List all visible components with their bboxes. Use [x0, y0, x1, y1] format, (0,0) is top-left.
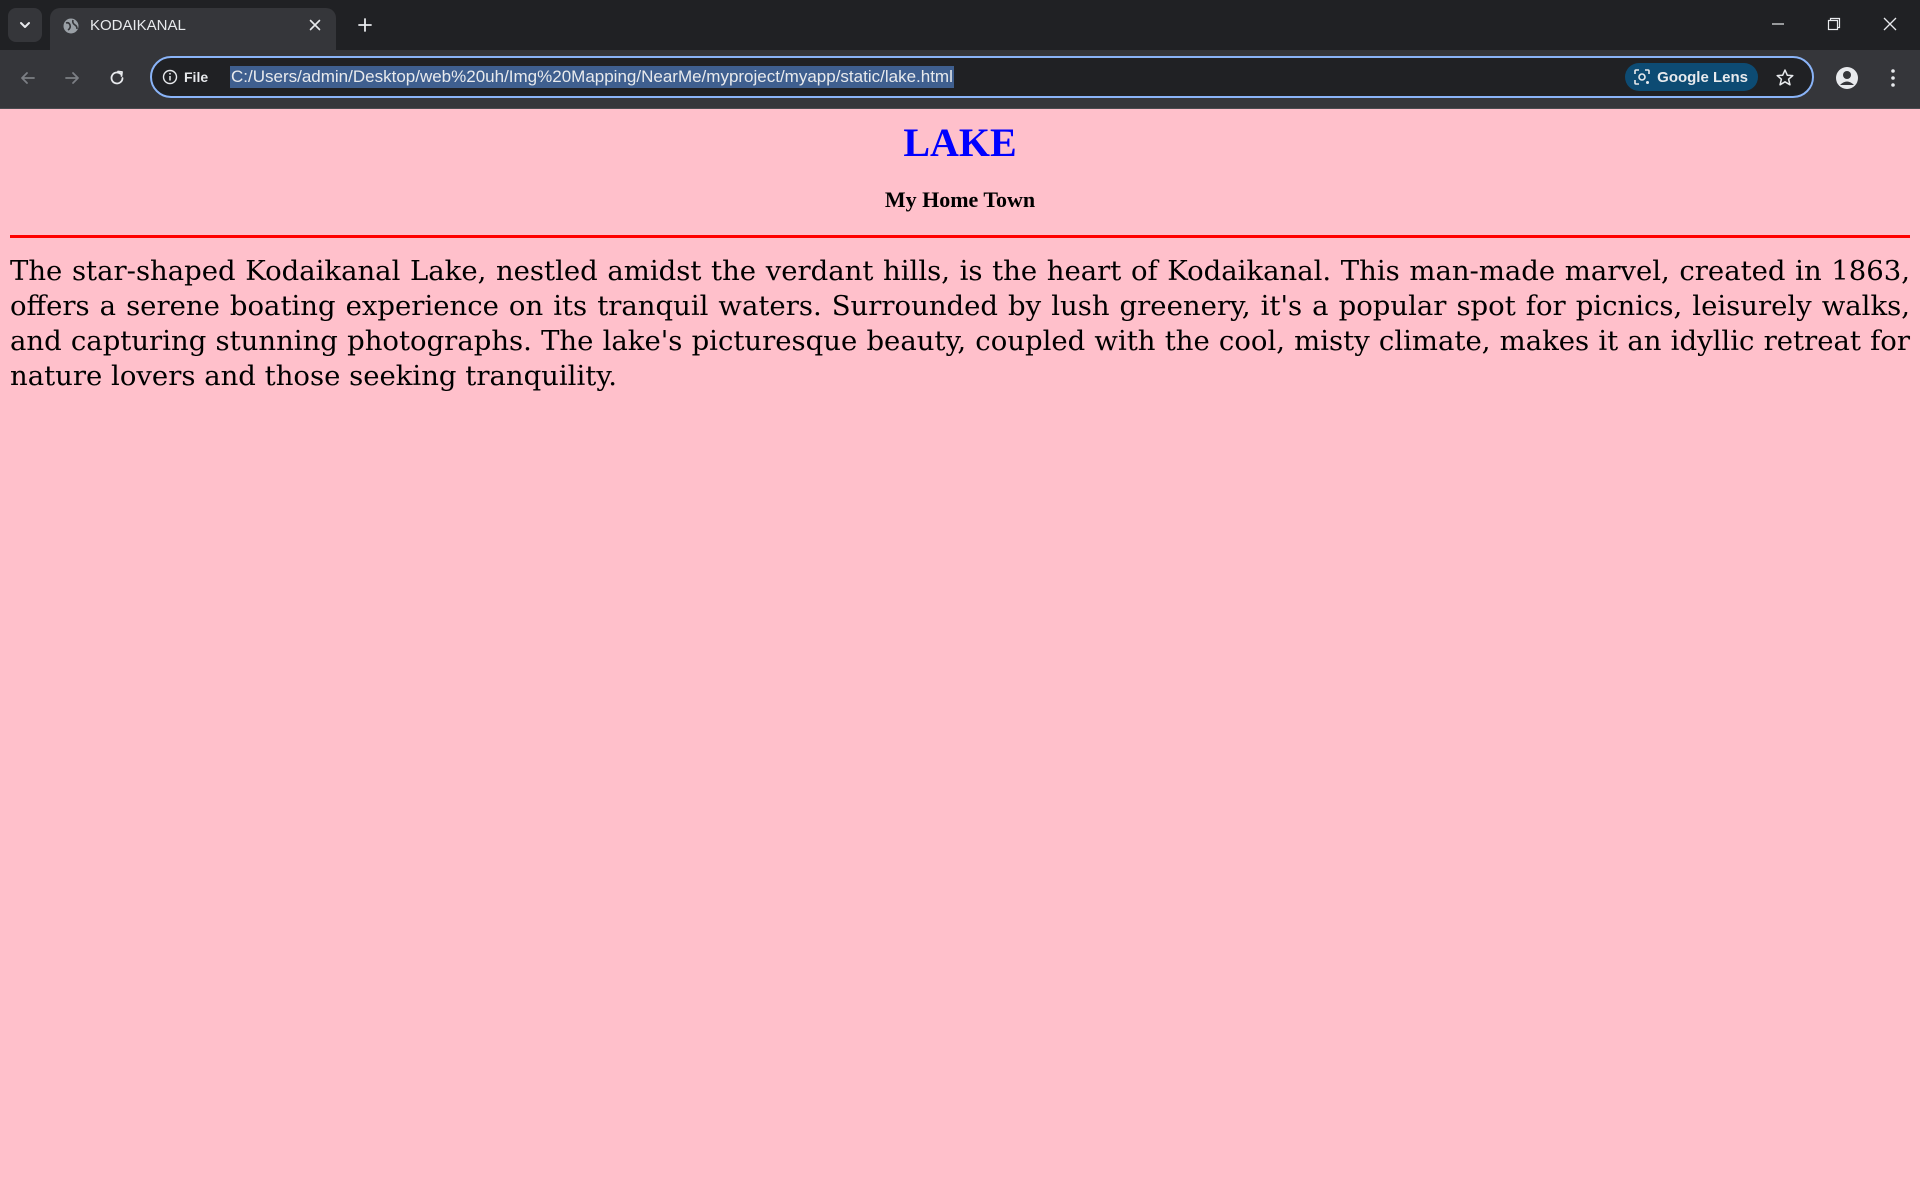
reload-button[interactable]	[101, 62, 133, 94]
browser-tab[interactable]: KODAIKANAL	[50, 8, 336, 50]
forward-button[interactable]	[56, 62, 88, 94]
minimize-icon	[1772, 23, 1784, 25]
site-info-label: File	[184, 69, 209, 85]
arrow-right-icon	[65, 72, 79, 84]
address-bar[interactable]: File C:/Users/admin/Desktop/web%20uh/Img…	[150, 56, 1814, 98]
chevron-down-icon	[20, 22, 30, 28]
restore-icon	[1827, 17, 1841, 31]
back-button[interactable]	[12, 62, 44, 94]
site-info-chip[interactable]: File	[162, 66, 208, 88]
google-lens-button[interactable]: Google Lens	[1625, 63, 1758, 91]
tab-search-button[interactable]	[8, 8, 42, 42]
page-content: LAKE My Home Town The star-shaped Kodaik…	[0, 109, 1920, 1200]
tab-title: KODAIKANAL	[90, 17, 186, 34]
arrow-left-icon	[21, 72, 35, 84]
close-icon	[309, 19, 321, 31]
globe-icon	[63, 18, 79, 34]
browser-toolbar: File C:/Users/admin/Desktop/web%20uh/Img…	[0, 50, 1920, 109]
close-window-button[interactable]	[1862, 0, 1918, 48]
google-lens-label: Google Lens	[1657, 68, 1748, 86]
page-title: LAKE	[903, 120, 1017, 165]
tab-close-button[interactable]	[304, 14, 326, 36]
minimize-button[interactable]	[1750, 0, 1806, 48]
page-subtitle: My Home Town	[884, 187, 1036, 212]
plus-icon	[358, 18, 372, 32]
profile-button[interactable]	[1831, 62, 1863, 94]
lens-icon	[1634, 69, 1650, 85]
new-tab-button[interactable]	[350, 10, 380, 40]
tab-strip: KODAIKANAL	[0, 0, 1920, 50]
person-icon	[1836, 67, 1858, 89]
url-text[interactable]: C:/Users/admin/Desktop/web%20uh/Img%20Ma…	[230, 66, 954, 88]
page-body-text: The star-shaped Kodaikanal Lake, nestled…	[10, 255, 1910, 392]
restore-button[interactable]	[1806, 0, 1862, 48]
divider	[10, 235, 1910, 238]
kebab-menu-icon	[1891, 69, 1895, 87]
close-icon	[1883, 17, 1897, 31]
bookmark-button[interactable]	[1772, 65, 1798, 91]
star-icon	[1776, 69, 1794, 86]
reload-icon	[110, 70, 124, 85]
info-icon	[162, 69, 178, 85]
browser-menu-button[interactable]	[1877, 62, 1909, 94]
